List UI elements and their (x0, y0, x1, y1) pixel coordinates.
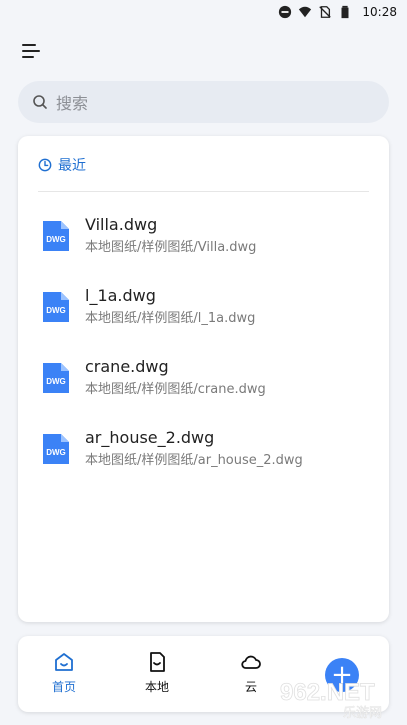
no-sim-icon (319, 6, 332, 18)
wifi-icon (299, 6, 312, 18)
battery-icon (341, 5, 349, 19)
menu-icon[interactable] (22, 40, 44, 62)
search-icon (33, 95, 47, 109)
file-row[interactable]: DWG ar_house_2.dwg 本地图纸/样例图纸/ar_house_2.… (38, 419, 369, 479)
home-icon (55, 653, 73, 671)
file-path: 本地图纸/样例图纸/crane.dwg (85, 382, 266, 397)
file-name: ar_house_2.dwg (85, 428, 215, 447)
file-row[interactable]: DWG crane.dwg 本地图纸/样例图纸/crane.dwg (38, 348, 369, 408)
file-row[interactable]: DWG l_1a.dwg 本地图纸/样例图纸/l_1a.dwg (38, 277, 369, 337)
status-bar: 10:28 (0, 0, 407, 24)
file-name: l_1a.dwg (85, 286, 156, 305)
recent-files-card: 最近 DWG Villa.dwg 本地图纸/样例图纸/Villa.dwg DWG… (18, 136, 389, 622)
file-path: 本地图纸/样例图纸/ar_house_2.dwg (85, 453, 303, 468)
nav-cloud-label: 云 (244, 680, 257, 694)
do-not-disturb-icon (279, 5, 292, 19)
add-button[interactable]: + (325, 658, 359, 692)
nav-home-label: 首页 (51, 680, 76, 694)
dwg-file-icon: DWG (43, 434, 69, 464)
dwg-file-icon: DWG (43, 363, 69, 393)
file-type-label: DWG (46, 377, 66, 386)
divider (38, 191, 369, 192)
file-path: 本地图纸/样例图纸/Villa.dwg (85, 240, 257, 255)
dwg-file-icon: DWG (43, 292, 69, 322)
clock-icon (38, 158, 52, 172)
nav-home[interactable]: 首页 (34, 650, 94, 695)
file-path: 本地图纸/样例图纸/l_1a.dwg (85, 311, 256, 326)
search-placeholder: 搜索 (56, 94, 89, 113)
recent-header: 最近 (38, 155, 86, 175)
local-file-icon (150, 652, 165, 672)
nav-local-label: 本地 (144, 680, 169, 694)
dwg-file-icon: DWG (43, 221, 69, 251)
recent-title: 最近 (58, 158, 86, 174)
file-type-label: DWG (46, 306, 66, 315)
file-type-label: DWG (46, 448, 66, 457)
bottom-nav: 首页 本地 云 + (18, 636, 389, 712)
status-time: 10:28 (362, 5, 397, 19)
plus-icon: + (331, 660, 353, 690)
cloud-icon (241, 655, 261, 669)
file-type-label: DWG (46, 235, 66, 244)
nav-local[interactable]: 本地 (127, 650, 187, 695)
nav-cloud[interactable]: 云 (221, 650, 281, 695)
file-row[interactable]: DWG Villa.dwg 本地图纸/样例图纸/Villa.dwg (38, 206, 369, 266)
file-name: Villa.dwg (85, 215, 158, 234)
search-input[interactable]: 搜索 (18, 81, 389, 123)
file-name: crane.dwg (85, 357, 169, 376)
